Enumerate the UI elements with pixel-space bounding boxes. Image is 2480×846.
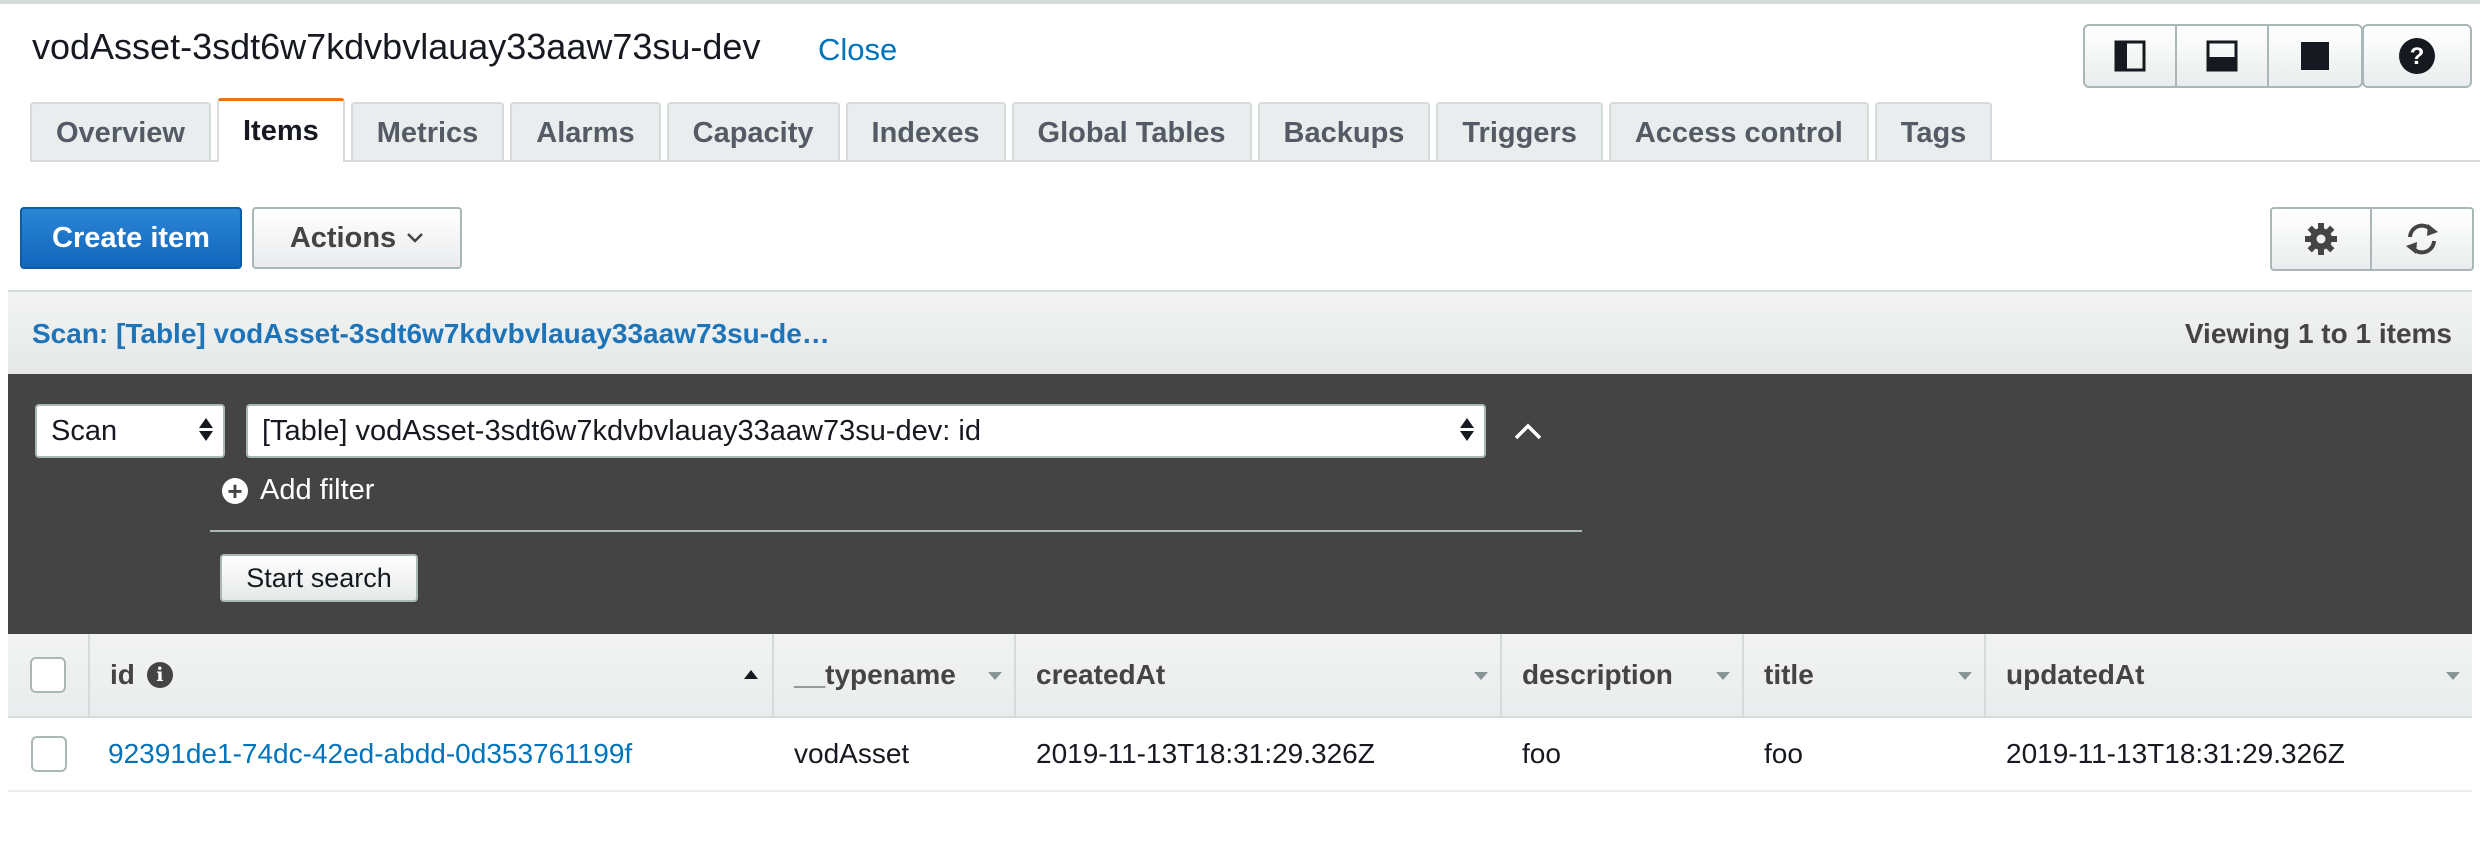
scan-mode-value: Scan [51,414,118,447]
column-header-updatedat[interactable]: updatedAt [1986,634,2472,716]
tabs-divider [30,160,2480,162]
full-view-icon [2301,42,2329,70]
table-title: vodAsset-3sdt6w7kdvbvlauay33aaw73su-dev [32,26,761,67]
view-mode-group [2083,24,2363,88]
column-label: __typename [794,659,956,690]
caret-down-icon [1958,672,1972,680]
question-icon: ? [2399,38,2435,74]
scan-summary-bar: Scan: [Table] vodAsset-3sdt6w7kdvbvlauay… [8,290,2472,374]
column-header-typename[interactable]: __typename [774,634,1016,716]
column-label: updatedAt [2006,659,2145,690]
split-bottom-view-button[interactable] [2177,26,2269,86]
tab-capacity[interactable]: Capacity [666,102,840,162]
cell-updatedat: 2019-11-13T18:31:29.326Z [2006,738,2345,769]
column-label: createdAt [1036,659,1166,690]
select-arrows-icon [1460,418,1474,441]
cell-createdat: 2019-11-13T18:31:29.326Z [1036,738,1375,769]
create-item-button[interactable]: Create item [20,207,242,269]
refresh-button[interactable] [2372,209,2472,269]
filter-divider [210,530,1582,532]
table-header: id i __typename createdAt description ti… [8,634,2472,718]
plus-circle-icon: + [222,477,248,504]
tab-access-control[interactable]: Access control [1608,102,1869,162]
split-right-view-button[interactable] [2085,26,2177,86]
scan-target-select[interactable]: [Table] vodAsset-3sdt6w7kdvbvlauay33aaw7… [246,404,1486,458]
column-label: id [110,659,135,690]
help-button[interactable]: ? [2362,24,2472,88]
full-view-button[interactable] [2269,26,2361,86]
split-bottom-view-icon [2206,40,2238,72]
sort-ascending-icon [744,670,758,679]
select-arrows-icon [199,418,213,441]
start-search-button[interactable]: Start search [220,554,418,602]
chevron-up-icon [1514,423,1542,440]
cell-title: foo [1764,738,1803,769]
tab-backups[interactable]: Backups [1257,102,1431,162]
close-link[interactable]: Close [818,32,897,68]
scan-panel: Scan [Table] vodAsset-3sdt6w7kdvbvlauay3… [8,374,2472,634]
settings-button[interactable] [2272,209,2372,269]
top-border [0,0,2480,4]
chevron-down-icon [407,233,424,243]
row-checkbox[interactable] [31,736,67,772]
scan-target-value: [Table] vodAsset-3sdt6w7kdvbvlauay33aaw7… [262,414,981,447]
collapse-panel-button[interactable] [1508,412,1548,452]
svg-text:?: ? [2410,43,2425,70]
tab-bar: Overview Items Metrics Alarms Capacity I… [30,98,1998,162]
tab-items[interactable]: Items [216,98,345,162]
caret-down-icon [988,672,1002,680]
tab-alarms[interactable]: Alarms [510,102,661,162]
add-filter-button[interactable]: + Add filter [222,474,374,507]
column-header-description[interactable]: description [1502,634,1744,716]
tab-triggers[interactable]: Triggers [1436,102,1603,162]
row-checkbox-cell [8,718,90,790]
actions-label: Actions [289,221,397,254]
add-filter-label: Add filter [260,474,375,506]
column-header-id[interactable]: id i [90,634,774,716]
info-icon[interactable]: i [146,662,173,688]
select-all-checkbox[interactable] [30,657,66,693]
split-right-view-icon [2114,40,2146,72]
items-table: id i __typename createdAt description ti… [8,634,2472,792]
column-label: description [1522,659,1673,690]
column-header-createdat[interactable]: createdAt [1016,634,1502,716]
header-checkbox-cell [8,634,90,716]
viewing-count: Viewing 1 to 1 items [2184,318,2452,349]
tab-tags[interactable]: Tags [1874,102,1993,162]
table-row[interactable]: 92391de1-74dc-42ed-abdd-0d353761199f vod… [8,718,2472,792]
tab-metrics[interactable]: Metrics [350,102,505,162]
caret-down-icon [2446,672,2460,680]
actions-dropdown[interactable]: Actions [252,207,462,269]
scan-summary-link[interactable]: Scan: [Table] vodAsset-3sdt6w7kdvbvlauay… [32,318,830,350]
cell-description: foo [1522,738,1561,769]
item-id-link[interactable]: 92391de1-74dc-42ed-abdd-0d353761199f [90,718,774,790]
column-header-title[interactable]: title [1744,634,1986,716]
caret-down-icon [1716,672,1730,680]
refresh-icon [2406,223,2438,255]
tab-overview[interactable]: Overview [30,102,211,162]
gear-icon [2305,223,2337,255]
cell-typename: vodAsset [794,738,910,769]
column-label: title [1764,659,1814,690]
scan-mode-select[interactable]: Scan [35,404,225,458]
tab-global-tables[interactable]: Global Tables [1011,102,1252,162]
table-tools [2270,207,2474,271]
tab-indexes[interactable]: Indexes [845,102,1006,162]
caret-down-icon [1474,672,1488,680]
